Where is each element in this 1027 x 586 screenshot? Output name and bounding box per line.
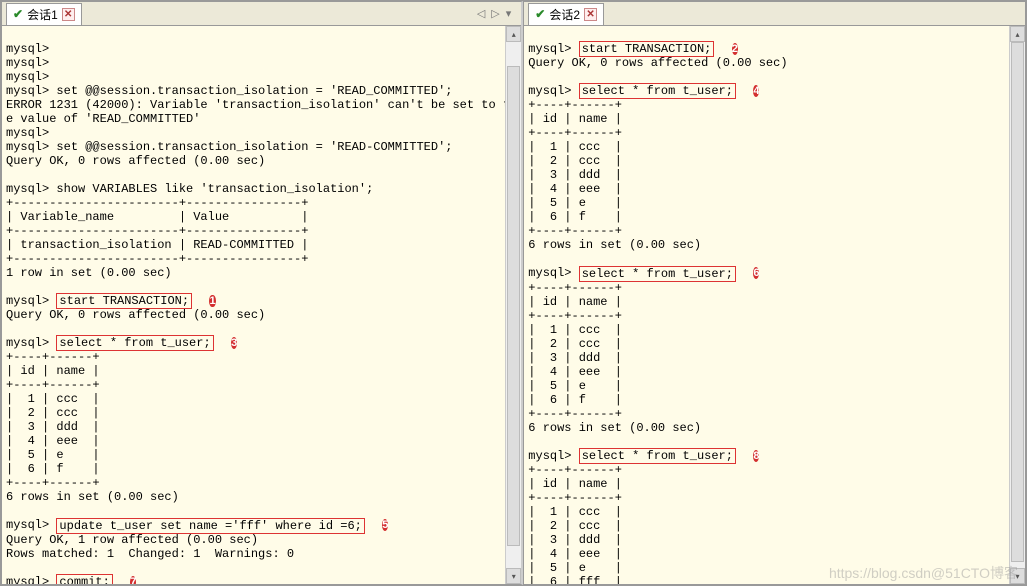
badge-5: 5 <box>382 519 388 531</box>
badge-7: 7 <box>130 576 136 584</box>
scrollbar-left[interactable]: ▴ ▾ <box>505 26 521 584</box>
badge-2: 2 <box>732 43 738 55</box>
highlight-start-tx-1: start TRANSACTION; <box>56 293 192 309</box>
scrollbar-right[interactable]: ▴ ▾ <box>1009 26 1025 584</box>
scroll-down-icon[interactable]: ▾ <box>1010 568 1025 584</box>
session-panel-1: ✔ 会话1 ✕ ◁ ▷ ▾ mysql> mysql> mysql> mysql… <box>1 1 523 585</box>
terminal-left[interactable]: mysql> mysql> mysql> mysql> set @@sessio… <box>2 26 521 584</box>
tab-bar-left: ✔ 会话1 ✕ ◁ ▷ ▾ <box>2 2 521 26</box>
terminal-right[interactable]: mysql> start TRANSACTION; 2 Query OK, 0 … <box>524 26 1025 584</box>
badge-6: 6 <box>753 267 759 279</box>
tab-prev-button[interactable]: ◁ <box>475 7 487 20</box>
highlight-update-5: update t_user set name ='fff' where id =… <box>56 518 364 534</box>
badge-8: 8 <box>753 450 759 462</box>
scroll-up-icon[interactable]: ▴ <box>1010 26 1025 42</box>
tab-label: 会话2 <box>549 6 580 23</box>
check-icon: ✔ <box>13 7 23 21</box>
highlight-commit-7: commit; <box>56 574 112 584</box>
session-panel-2: ✔ 会话2 ✕ mysql> start TRANSACTION; 2 Quer… <box>523 1 1026 585</box>
highlight-select-3: select * from t_user; <box>56 335 213 351</box>
highlight-select-6: select * from t_user; <box>579 266 736 282</box>
tab-next-button[interactable]: ▷ <box>489 7 501 20</box>
close-icon[interactable]: ✕ <box>584 8 597 21</box>
tab-nav-buttons: ◁ ▷ ▾ <box>475 7 517 20</box>
close-icon[interactable]: ✕ <box>62 8 75 21</box>
highlight-select-4: select * from t_user; <box>579 83 736 99</box>
scroll-thumb[interactable] <box>1011 42 1024 562</box>
tab-menu-button[interactable]: ▾ <box>504 7 514 20</box>
highlight-select-8: select * from t_user; <box>579 448 736 464</box>
tab-session-1[interactable]: ✔ 会话1 ✕ <box>6 3 82 25</box>
badge-1: 1 <box>209 295 215 307</box>
highlight-start-tx-2: start TRANSACTION; <box>579 41 715 57</box>
scroll-down-icon[interactable]: ▾ <box>506 568 521 584</box>
scroll-up-icon[interactable]: ▴ <box>506 26 521 42</box>
tab-label: 会话1 <box>27 6 58 23</box>
scroll-thumb[interactable] <box>507 66 520 546</box>
tab-session-2[interactable]: ✔ 会话2 ✕ <box>528 3 604 25</box>
badge-3: 3 <box>231 337 237 349</box>
tab-bar-right: ✔ 会话2 ✕ <box>524 2 1025 26</box>
check-icon: ✔ <box>535 7 545 21</box>
badge-4: 4 <box>753 85 759 97</box>
